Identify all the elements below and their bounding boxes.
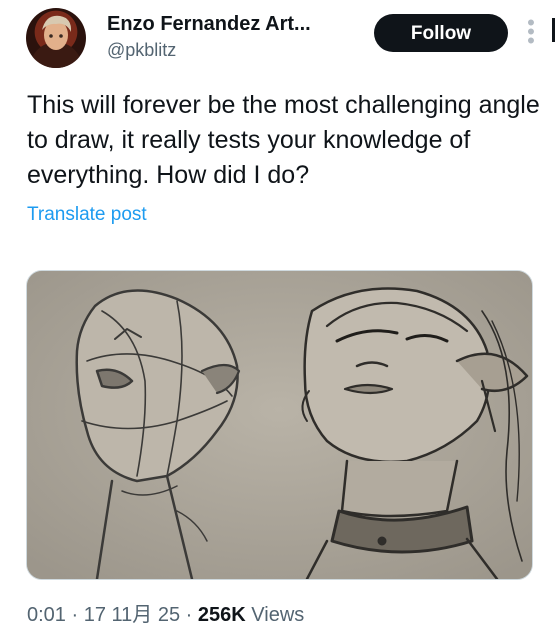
user-avatar-icon bbox=[30, 15, 82, 68]
author-handle[interactable]: @pkblitz bbox=[107, 40, 176, 61]
sketch-illustration bbox=[27, 271, 532, 579]
post-date[interactable]: 17 11月 25 bbox=[84, 604, 180, 626]
views-label: Views bbox=[251, 604, 305, 626]
follow-button[interactable]: Follow bbox=[374, 14, 508, 52]
post-header: Enzo Fernandez Art... @pkblitz Follow • •… bbox=[0, 0, 558, 80]
views-count: 256K bbox=[197, 604, 246, 626]
post-media-image[interactable] bbox=[26, 270, 533, 580]
post-time[interactable]: 0:01 bbox=[27, 604, 66, 626]
post-text: This will forever be the most challengin… bbox=[27, 91, 540, 189]
meta-separator: · bbox=[185, 604, 193, 626]
post-meta: 0:01 · 17 11月 25 · 256K Views bbox=[27, 598, 304, 627]
edge-divider bbox=[552, 18, 555, 42]
author-display-name[interactable]: Enzo Fernandez Art... bbox=[107, 13, 311, 36]
translate-post-link[interactable]: Translate post bbox=[27, 204, 147, 226]
meta-separator: · bbox=[71, 604, 79, 626]
more-vertical-icon[interactable]: • • • bbox=[522, 12, 540, 52]
author-avatar[interactable] bbox=[26, 8, 86, 68]
